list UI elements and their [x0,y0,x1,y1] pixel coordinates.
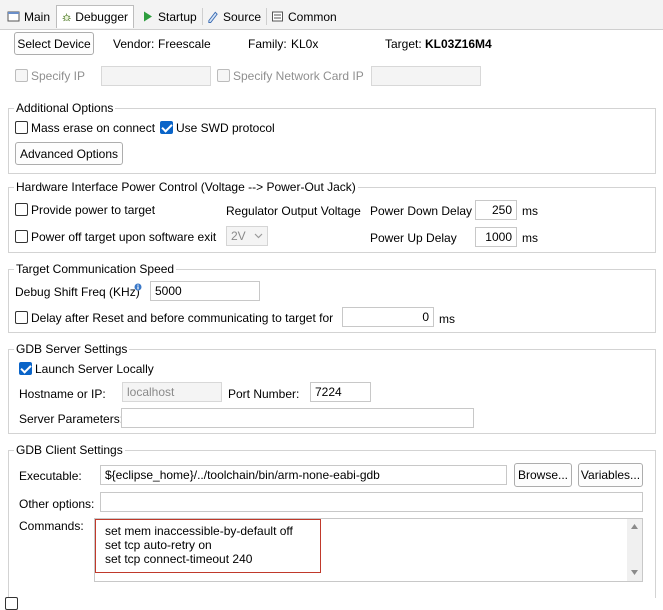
power-up-unit: ms [522,231,538,245]
voltage-value: 2V [231,229,246,243]
power-off-checkbox[interactable] [15,230,28,243]
freq-label: Debug Shift Freq (KHz) [15,285,140,299]
browse-button[interactable]: Browse... [514,463,572,487]
chevron-down-icon [254,233,263,239]
tab-debugger-label: Debugger [75,10,128,24]
info-icon [134,283,142,291]
launch-server-checkbox[interactable] [19,362,32,375]
regulator-label: Regulator Output Voltage [226,204,361,218]
tab-common-label: Common [288,9,337,24]
port-label: Port Number: [228,387,300,401]
delay-reset-label: Delay after Reset and before communicati… [31,311,334,325]
voltage-select[interactable]: 2V [226,226,268,246]
mass-erase-label: Mass erase on connect [31,121,156,135]
launch-server-label: Launch Server Locally [35,362,154,376]
comm-speed-title: Target Communication Speed [14,262,177,276]
power-control-title: Hardware Interface Power Control (Voltag… [14,180,358,194]
server-params-label: Server Parameters: [19,412,124,426]
target-label: Target: [385,37,422,51]
power-down-delay-label: Power Down Delay [370,204,473,218]
specify-ip-input[interactable] [101,66,211,86]
gdb-server-title: GDB Server Settings [14,342,130,356]
main-tab-icon [7,11,20,22]
tab-debugger[interactable]: Debugger [56,5,134,28]
specify-nic-label: Specify Network Card IP [233,69,364,83]
select-device-button[interactable]: Select Device [14,32,94,55]
delay-reset-unit: ms [439,312,455,326]
mass-erase-checkbox[interactable] [15,121,28,134]
tab-common[interactable]: Common [266,6,342,27]
debugger-bug-icon [62,12,71,21]
other-options-label: Other options: [19,497,95,511]
delay-reset-input[interactable]: 0 [342,307,434,327]
common-icon [272,11,283,22]
additional-options-title: Additional Options [14,101,116,115]
commands-label: Commands: [19,519,84,533]
other-options-input[interactable] [100,492,643,512]
power-down-delay-input[interactable]: 250 [475,200,517,220]
provide-power-checkbox[interactable] [15,203,28,216]
executable-label: Executable: [19,469,82,483]
server-params-input[interactable] [121,408,474,428]
tab-main[interactable]: Main [2,6,57,27]
freq-input[interactable]: 5000 [150,281,260,301]
play-icon [144,11,152,22]
hostname-input[interactable]: localhost [122,382,222,402]
specify-ip-label: Specify IP [31,69,86,83]
power-up-delay-label: Power Up Delay [370,231,457,245]
executable-input[interactable]: ${eclipse_home}/../toolchain/bin/arm-non… [100,465,507,485]
hostname-label: Hostname or IP: [19,387,106,401]
swd-checkbox[interactable] [160,121,173,134]
scroll-up-icon [631,524,638,529]
family-label: Family: [248,37,287,51]
scroll-down-icon [631,570,638,575]
tab-bar: Main Debugger Startup Source Common [0,0,663,30]
power-down-unit: ms [522,204,538,218]
family-value: KL0x [291,37,319,51]
tab-startup-label: Startup [158,9,197,24]
gdb-client-title: GDB Client Settings [14,443,125,457]
port-input[interactable]: 7224 [310,382,371,402]
provide-power-label: Provide power to target [31,203,156,217]
specify-nic-checkbox[interactable] [217,69,230,82]
specify-ip-checkbox[interactable] [15,69,28,82]
commands-highlight-box [95,519,321,573]
cutoff-checkbox[interactable] [5,597,18,610]
specify-nic-input[interactable] [371,66,481,86]
advanced-options-button[interactable]: Advanced Options [15,142,123,165]
variables-button[interactable]: Variables... [578,463,643,487]
power-off-label: Power off target upon software exit [31,230,217,244]
delay-reset-checkbox[interactable] [15,311,28,324]
source-icon [208,11,218,23]
vendor-value: Freescale [158,37,211,51]
tab-source[interactable]: Source [202,6,267,27]
tab-startup[interactable]: Startup [136,6,203,27]
target-value: KL03Z16M4 [425,37,492,51]
vendor-label: Vendor: [113,37,155,51]
swd-label: Use SWD protocol [176,121,275,135]
tab-source-label: Source [222,9,261,24]
tab-main-label: Main [24,9,51,24]
commands-scrollbar[interactable] [627,519,642,581]
power-up-delay-input[interactable]: 1000 [475,227,517,247]
